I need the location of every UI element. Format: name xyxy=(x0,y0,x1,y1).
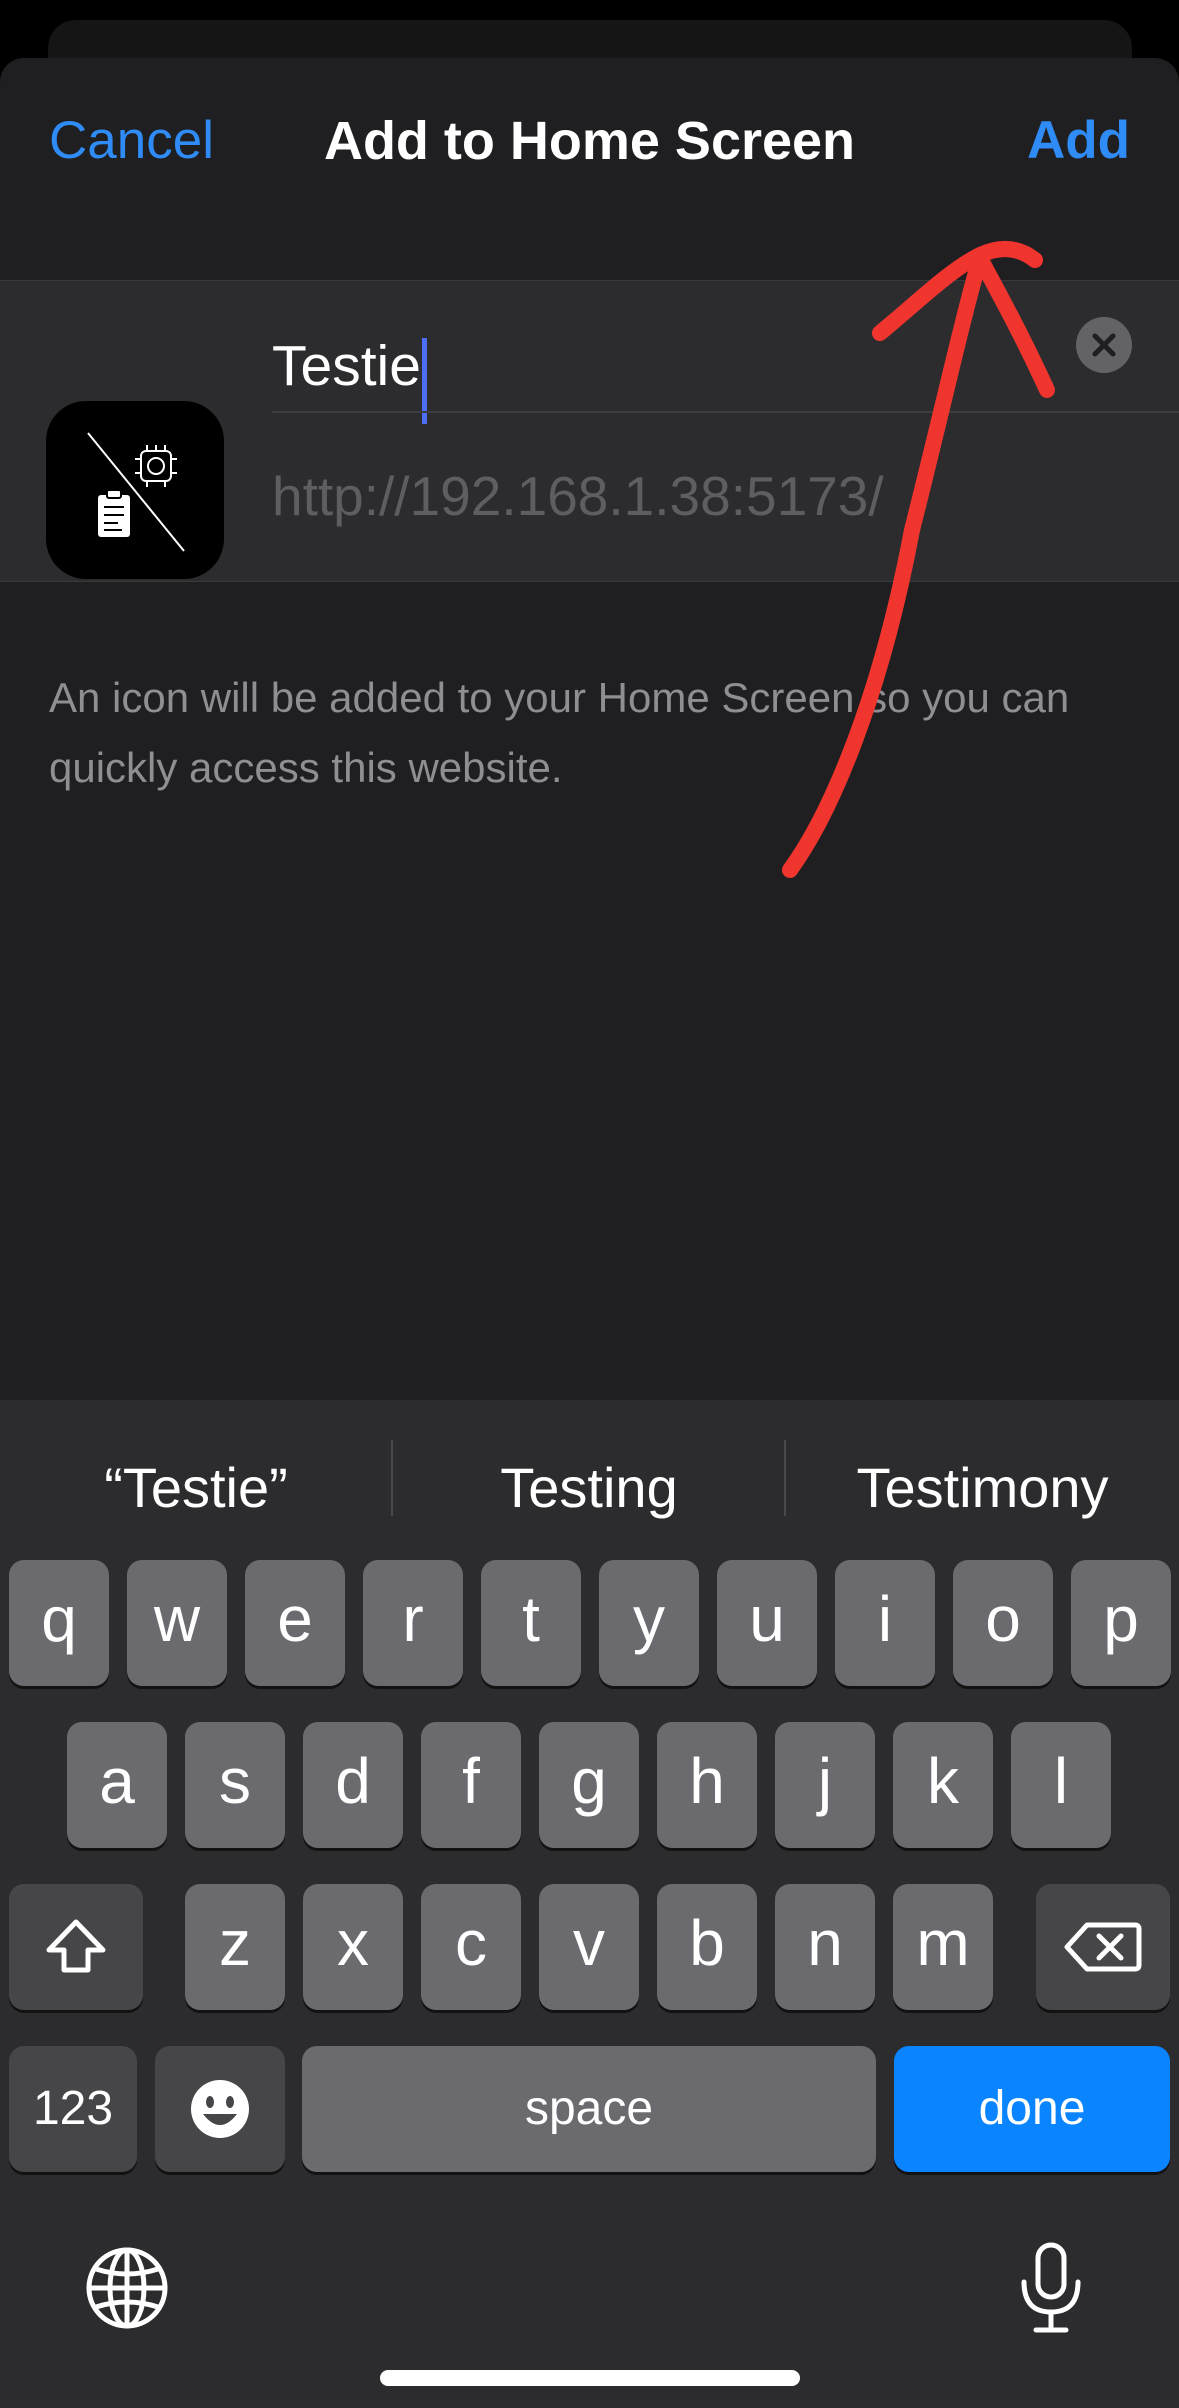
key-o[interactable]: o xyxy=(953,1560,1053,1686)
key-s[interactable]: s xyxy=(185,1722,285,1848)
clear-text-icon[interactable] xyxy=(1076,317,1132,373)
delete-key[interactable] xyxy=(1036,1884,1170,2010)
key-y[interactable]: y xyxy=(599,1560,699,1686)
key-b[interactable]: b xyxy=(657,1884,757,2010)
suggestion-2[interactable]: Testing xyxy=(393,1438,785,1538)
key-n[interactable]: n xyxy=(775,1884,875,2010)
key-t[interactable]: t xyxy=(481,1560,581,1686)
field-divider xyxy=(272,411,1179,413)
key-r[interactable]: r xyxy=(363,1560,463,1686)
info-description: An icon will be added to your Home Scree… xyxy=(49,674,1070,791)
key-q[interactable]: q xyxy=(9,1560,109,1686)
key-j[interactable]: j xyxy=(775,1722,875,1848)
keyboard: “Testie” Testing Testimony q w e r t y u… xyxy=(0,1400,1179,2408)
key-d[interactable]: d xyxy=(303,1722,403,1848)
app-icon-artwork xyxy=(87,432,185,552)
home-indicator xyxy=(380,2370,800,2386)
key-h[interactable]: h xyxy=(657,1722,757,1848)
shift-icon xyxy=(46,1919,106,1973)
globe-icon[interactable] xyxy=(84,2245,170,2336)
name-input-value: Testie xyxy=(272,334,421,398)
emoji-icon xyxy=(191,2080,249,2138)
key-a[interactable]: a xyxy=(67,1722,167,1848)
add-button[interactable]: Add xyxy=(1027,110,1130,171)
key-w[interactable]: w xyxy=(127,1560,227,1686)
sheet-title: Add to Home Screen xyxy=(323,111,856,171)
emoji-key[interactable] xyxy=(155,2046,285,2172)
key-l[interactable]: l xyxy=(1011,1722,1111,1848)
key-k[interactable]: k xyxy=(893,1722,993,1848)
key-u[interactable]: u xyxy=(717,1560,817,1686)
name-input[interactable]: Testie xyxy=(272,321,1132,424)
done-key[interactable]: done xyxy=(894,2046,1170,2172)
nav-bar: Cancel Add to Home Screen Add xyxy=(0,58,1179,228)
key-g[interactable]: g xyxy=(539,1722,639,1848)
microphone-icon[interactable] xyxy=(1016,2240,1086,2341)
key-c[interactable]: c xyxy=(421,1884,521,2010)
key-i[interactable]: i xyxy=(835,1560,935,1686)
key-x[interactable]: x xyxy=(303,1884,403,2010)
suggestion-1[interactable]: “Testie” xyxy=(0,1438,392,1538)
key-v[interactable]: v xyxy=(539,1884,639,2010)
url-text: http://192.168.1.38:5173/ xyxy=(272,465,884,527)
key-m[interactable]: m xyxy=(893,1884,993,2010)
suggestion-3[interactable]: Testimony xyxy=(786,1438,1179,1538)
shift-key[interactable] xyxy=(9,1884,143,2010)
delete-icon xyxy=(1064,1922,1142,1972)
key-f[interactable]: f xyxy=(421,1722,521,1848)
key-p[interactable]: p xyxy=(1071,1560,1171,1686)
key-e[interactable]: e xyxy=(245,1560,345,1686)
numbers-key[interactable]: 123 xyxy=(9,2046,137,2172)
bookmark-card: Testie http://192.168.1.38:5173/ xyxy=(0,280,1179,582)
app-icon xyxy=(46,401,224,579)
key-z[interactable]: z xyxy=(185,1884,285,2010)
space-key[interactable]: space xyxy=(302,2046,876,2172)
